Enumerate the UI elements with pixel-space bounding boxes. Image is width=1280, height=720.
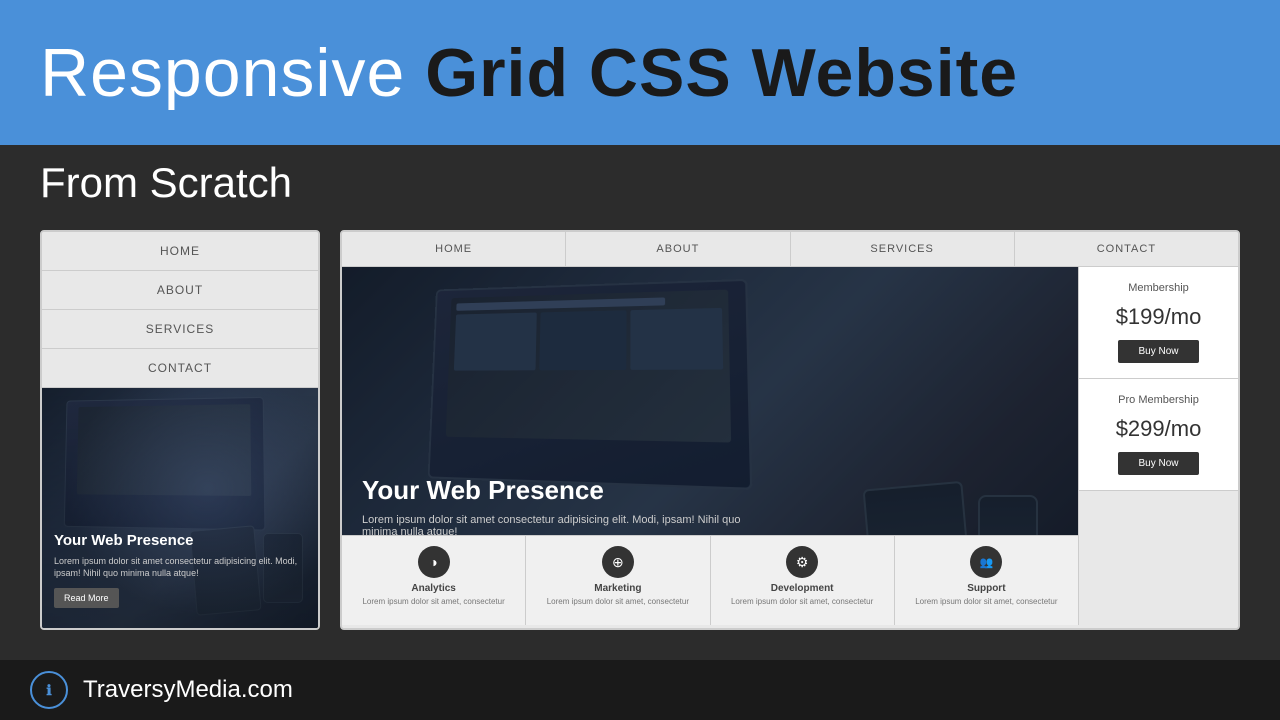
logo-symbol: ℹ bbox=[46, 682, 51, 699]
title-part1: Responsive bbox=[40, 35, 425, 111]
analytics-desc: Lorem ipsum dolor sit amet, consectetur bbox=[350, 597, 517, 607]
mobile-read-more-button[interactable]: Read More bbox=[54, 588, 119, 608]
pro-membership-price: $299/mo bbox=[1091, 416, 1226, 442]
desktop-hero-area: Your Web Presence Lorem ipsum dolor sit … bbox=[342, 267, 1078, 625]
desktop-sidebar: Membership $199/mo Buy Now Pro Membershi… bbox=[1078, 267, 1238, 625]
mobile-nav-contact[interactable]: CONTACT bbox=[42, 349, 318, 388]
mobile-nav-home[interactable]: HOME bbox=[42, 232, 318, 271]
feature-support: 👥 Support Lorem ipsum dolor sit amet, co… bbox=[895, 536, 1078, 625]
brand-name-text: TraversyMedia.com bbox=[83, 676, 293, 704]
brand-name: TraversyMedia bbox=[83, 676, 241, 703]
analytics-icon: ◑ bbox=[418, 546, 450, 578]
pro-membership-title: Pro Membership bbox=[1091, 394, 1226, 406]
membership-price: $199/mo bbox=[1091, 304, 1226, 330]
mobile-hero-text: Your Web Presence Lorem ipsum dolor sit … bbox=[54, 532, 306, 608]
main-title: Responsive Grid CSS Website bbox=[40, 34, 1018, 112]
bottom-bar: ℹ TraversyMedia.com bbox=[0, 660, 1280, 720]
sidebar-card-pro-membership: Pro Membership $299/mo Buy Now bbox=[1079, 379, 1238, 491]
desktop-nav-contact[interactable]: CONTACT bbox=[1015, 232, 1238, 266]
mobile-nav-services[interactable]: SERVICES bbox=[42, 310, 318, 349]
traversy-media-logo: ℹ bbox=[30, 671, 68, 709]
desktop-features: ◑ Analytics Lorem ipsum dolor sit amet, … bbox=[342, 535, 1078, 625]
mobile-nav-about[interactable]: ABOUT bbox=[42, 271, 318, 310]
desktop-nav-about[interactable]: ABOUT bbox=[566, 232, 790, 266]
marketing-icon: ⊕ bbox=[602, 546, 634, 578]
desktop-main: Your Web Presence Lorem ipsum dolor sit … bbox=[342, 267, 1238, 625]
desktop-hero-title: Your Web Presence bbox=[362, 475, 762, 506]
subtitle-row: From Scratch bbox=[0, 145, 1280, 220]
mobile-nav: HOME ABOUT SERVICES CONTACT bbox=[42, 232, 318, 388]
marketing-title: Marketing bbox=[534, 583, 701, 594]
main-content: HOME ABOUT SERVICES CONTACT Your Web Pre… bbox=[0, 220, 1280, 660]
sidebar-card-membership: Membership $199/mo Buy Now bbox=[1079, 267, 1238, 379]
desktop-nav-services[interactable]: SERVICES bbox=[791, 232, 1015, 266]
development-title: Development bbox=[719, 583, 886, 594]
mobile-hero: Your Web Presence Lorem ipsum dolor sit … bbox=[42, 388, 318, 630]
desktop-nav: HOME ABOUT SERVICES CONTACT bbox=[342, 232, 1238, 267]
membership-title: Membership bbox=[1091, 282, 1226, 294]
desktop-mockup: HOME ABOUT SERVICES CONTACT bbox=[340, 230, 1240, 630]
development-desc: Lorem ipsum dolor sit amet, consectetur bbox=[719, 597, 886, 607]
feature-development: ⚙ Development Lorem ipsum dolor sit amet… bbox=[711, 536, 895, 625]
brand-suffix: .com bbox=[241, 676, 293, 703]
membership-buy-button[interactable]: Buy Now bbox=[1118, 340, 1198, 363]
feature-analytics: ◑ Analytics Lorem ipsum dolor sit amet, … bbox=[342, 536, 526, 625]
subtitle: From Scratch bbox=[40, 159, 292, 207]
mobile-mockup: HOME ABOUT SERVICES CONTACT Your Web Pre… bbox=[40, 230, 320, 630]
desktop-nav-home[interactable]: HOME bbox=[342, 232, 566, 266]
top-banner: Responsive Grid CSS Website bbox=[0, 0, 1280, 145]
analytics-title: Analytics bbox=[350, 583, 517, 594]
feature-marketing: ⊕ Marketing Lorem ipsum dolor sit amet, … bbox=[526, 536, 710, 625]
development-icon: ⚙ bbox=[786, 546, 818, 578]
mobile-hero-desc: Lorem ipsum dolor sit amet consectetur a… bbox=[54, 555, 306, 580]
support-desc: Lorem ipsum dolor sit amet, consectetur bbox=[903, 597, 1070, 607]
support-title: Support bbox=[903, 583, 1070, 594]
marketing-desc: Lorem ipsum dolor sit amet, consectetur bbox=[534, 597, 701, 607]
mobile-hero-title: Your Web Presence bbox=[54, 532, 306, 549]
title-part2: Grid CSS Website bbox=[425, 35, 1018, 111]
support-icon: 👥 bbox=[970, 546, 1002, 578]
pro-membership-buy-button[interactable]: Buy Now bbox=[1118, 452, 1198, 475]
